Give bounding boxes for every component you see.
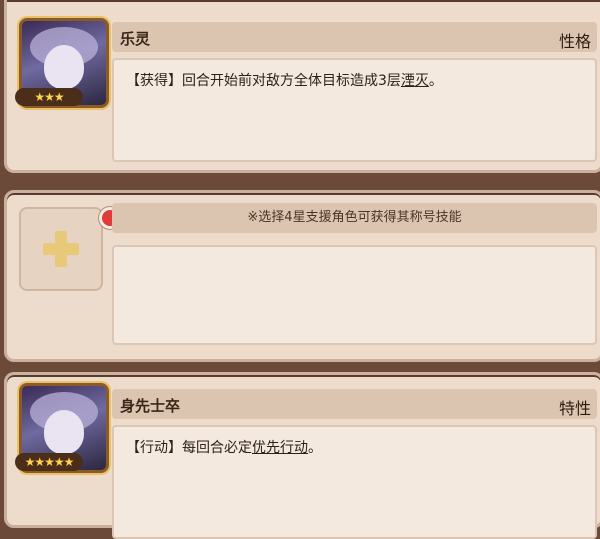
skill-name: 身先士卒 bbox=[120, 397, 181, 415]
add-support-button[interactable] bbox=[19, 207, 121, 291]
skill-title-bar: 乐灵 性格 bbox=[112, 22, 597, 52]
skill-description: 【获得】回合开始前对敌方全体目标造成3层湮灭。 bbox=[126, 70, 443, 90]
description-text: 【获得】回合开始前对敌方全体目标造成3层 bbox=[126, 73, 401, 89]
skill-description: 【行动】每回合必定优先行动。 bbox=[126, 437, 322, 457]
skill-card-1: ★★★ 乐灵 性格 【获得】回合开始前对敌方全体目标造成3层湮灭。 bbox=[4, 0, 600, 173]
skill-type-tag: 性格 bbox=[558, 32, 591, 51]
star-rating: ★★★ bbox=[15, 88, 83, 106]
support-hint: ※选择4星支援角色可获得其称号技能 bbox=[112, 203, 597, 233]
portrait-face bbox=[44, 410, 84, 454]
portrait-face bbox=[44, 45, 84, 89]
skill-card-2: ★★★★★ 身先士卒 特性 【行动】每回合必定优先行动。 bbox=[4, 372, 600, 539]
skill-description-box: 【获得】回合开始前对敌方全体目标造成3层湮灭。 bbox=[112, 58, 597, 162]
description-text: 【行动】每回合必定 bbox=[126, 440, 252, 456]
skill-description-box: 【行动】每回合必定优先行动。 bbox=[112, 425, 597, 539]
star-rating: ★★★★★ bbox=[15, 453, 83, 471]
skill-type-tag: 特性 bbox=[558, 399, 591, 418]
keyword-link[interactable]: 湮灭 bbox=[401, 73, 429, 89]
plus-icon bbox=[43, 231, 79, 267]
skill-name: 乐灵 bbox=[120, 30, 151, 48]
description-end: 。 bbox=[308, 440, 322, 456]
description-end: 。 bbox=[428, 73, 443, 89]
skill-title-bar: 身先士卒 特性 bbox=[112, 389, 597, 419]
support-slot-card: ※选择4星支援角色可获得其称号技能 bbox=[4, 190, 600, 362]
empty-description-box bbox=[112, 245, 597, 345]
keyword-link[interactable]: 优先行动 bbox=[252, 440, 308, 456]
